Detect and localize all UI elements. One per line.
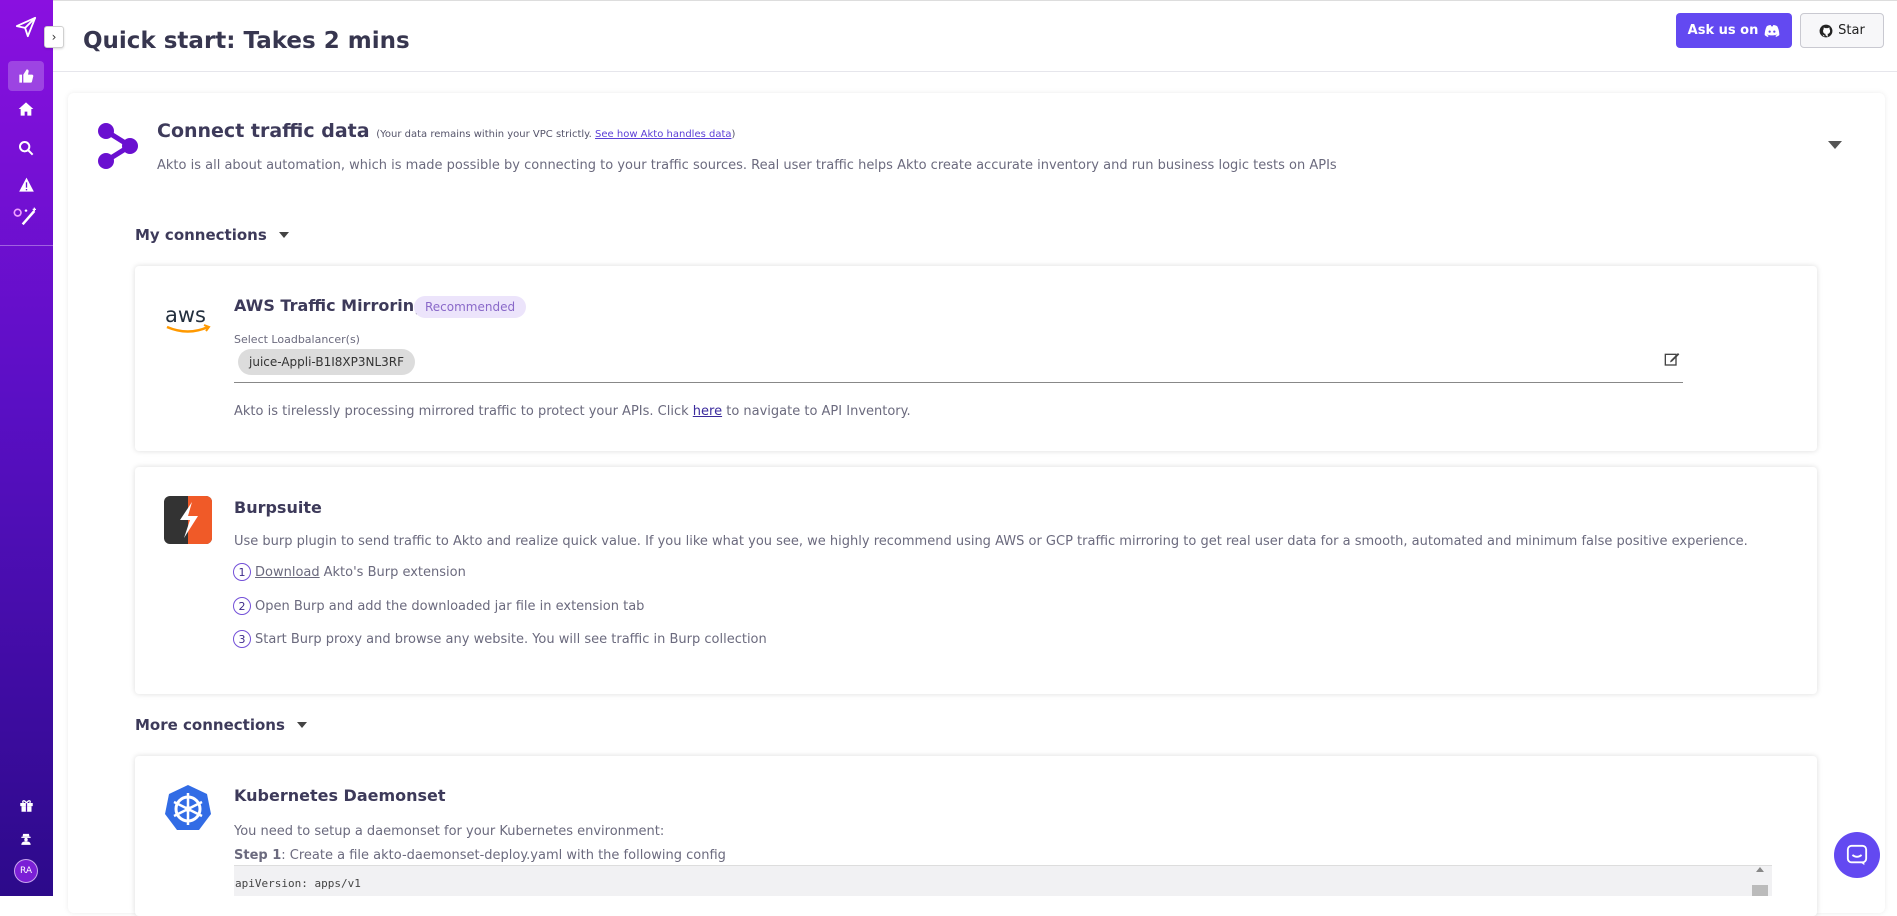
data-handling-link[interactable]: See how Akto handles data	[595, 129, 732, 140]
caret-down-icon[interactable]	[1828, 141, 1842, 149]
kubernetes-description: You need to setup a daemonset for your K…	[234, 824, 665, 839]
kubernetes-step-1: Step 1: Create a file akto-daemonset-dep…	[234, 848, 726, 863]
burpsuite-description: Use burp plugin to send traffic to Akto …	[234, 534, 1748, 549]
aws-logo-icon: aws	[165, 303, 211, 333]
code-scrollbar[interactable]	[1752, 885, 1768, 896]
more-connections-toggle[interactable]: More connections	[135, 716, 307, 734]
avatar[interactable]: RA	[14, 859, 38, 883]
code-line: apiVersion: apps/v1	[235, 877, 361, 890]
aws-status-prefix: Akto is tirelessly processing mirrored t…	[234, 404, 689, 419]
step-text: Start Burp proxy and browse any website.…	[255, 631, 767, 647]
my-connections-heading: My connections	[135, 226, 267, 244]
burp-step-1: 1 Download Akto's Burp extension	[233, 563, 466, 581]
aws-status-text: Akto is tirelessly processing mirrored t…	[234, 404, 911, 419]
api-inventory-link[interactable]: here	[693, 404, 722, 419]
warning-icon[interactable]	[8, 170, 44, 200]
github-icon	[1819, 24, 1833, 37]
search-icon[interactable]	[8, 133, 44, 163]
connect-title-text: Connect traffic data	[157, 120, 370, 142]
ask-label: Ask us on	[1687, 23, 1759, 38]
data-note: (Your data remains within your VPC stric…	[376, 129, 735, 140]
star-label: Star	[1838, 23, 1865, 38]
caret-down-icon	[278, 232, 289, 238]
discord-icon	[1765, 24, 1780, 37]
user-secret-icon[interactable]	[8, 823, 44, 853]
step-text: Akto's Burp extension	[323, 564, 466, 580]
aws-status-suffix: to navigate to API Inventory.	[726, 404, 911, 419]
download-link[interactable]: Download	[255, 565, 320, 580]
thumbs-up-icon[interactable]	[8, 61, 44, 91]
data-note-prefix: (Your data remains within your VPC stric…	[376, 129, 592, 140]
step1-bold: Step 1	[234, 848, 282, 863]
github-star-button[interactable]: Star	[1800, 13, 1884, 48]
ask-on-discord-button[interactable]: Ask us on	[1676, 13, 1792, 48]
loadbalancer-chip[interactable]: juice-Appli-B1I8XP3NL3RF	[238, 349, 416, 375]
kubernetes-title: Kubernetes Daemonset	[234, 786, 446, 805]
sidebar: RA	[0, 0, 53, 896]
magic-wand-icon[interactable]	[8, 201, 44, 231]
connect-title: Connect traffic data (Your data remains …	[157, 120, 735, 142]
step-number: 2	[233, 597, 251, 615]
my-connections-toggle[interactable]: My connections	[135, 226, 289, 244]
home-icon[interactable]	[8, 94, 44, 124]
page-title: Quick start: Takes 2 mins	[83, 28, 410, 54]
more-connections-heading: More connections	[135, 716, 285, 734]
connect-description: Akto is all about automation, which is m…	[157, 158, 1337, 173]
data-note-suffix: )	[731, 129, 736, 140]
sidebar-divider	[0, 245, 53, 246]
kubernetes-logo-icon	[165, 785, 211, 830]
burp-step-2: 2 Open Burp and add the downloaded jar f…	[233, 597, 644, 615]
aws-logo-text: aws	[165, 303, 206, 327]
header: Quick start: Takes 2 mins	[53, 0, 1897, 72]
loadbalancer-underline	[234, 382, 1683, 383]
loadbalancer-label: Select Loadbalancer(s)	[234, 333, 360, 346]
burpsuite-title: Burpsuite	[234, 498, 322, 517]
step-text: Open Burp and add the downloaded jar fil…	[255, 598, 645, 614]
caret-down-icon	[296, 722, 307, 728]
support-chat-button[interactable]	[1834, 832, 1880, 878]
aws-title: AWS Traffic Mirroring	[234, 296, 426, 315]
daemonset-config-code[interactable]: apiVersion: apps/v1	[234, 865, 1772, 896]
step-number: 1	[233, 563, 251, 581]
share-nodes-icon	[98, 123, 138, 169]
chat-icon	[1846, 844, 1868, 866]
recommended-badge: Recommended	[414, 296, 527, 318]
step-number: 3	[233, 630, 251, 648]
gift-icon[interactable]	[8, 790, 44, 820]
paper-plane-icon[interactable]	[8, 12, 44, 42]
step1-text: : Create a file akto-daemonset-deploy.ya…	[281, 848, 726, 863]
scroll-up-arrow-icon[interactable]	[1756, 867, 1764, 872]
edit-icon[interactable]	[1664, 351, 1680, 371]
burpsuite-logo-icon	[164, 496, 212, 544]
burp-step-3: 3 Start Burp proxy and browse any websit…	[233, 630, 767, 648]
